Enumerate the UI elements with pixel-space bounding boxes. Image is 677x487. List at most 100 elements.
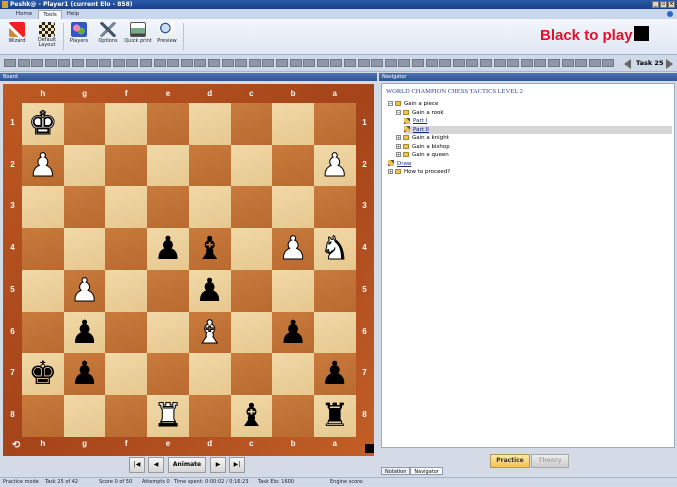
- tab-help[interactable]: Help: [63, 10, 83, 19]
- board-square-e7[interactable]: [147, 353, 190, 396]
- board-square-f5[interactable]: [105, 269, 148, 312]
- options-button[interactable]: Options: [95, 21, 121, 52]
- players-button[interactable]: Players: [66, 21, 92, 52]
- expand-icon[interactable]: +: [396, 143, 401, 149]
- task-progress-square[interactable]: [357, 59, 370, 67]
- minimize-button[interactable]: _: [652, 1, 659, 8]
- task-progress-square[interactable]: [31, 59, 44, 67]
- tree-node[interactable]: − Gain a piece: [388, 100, 438, 108]
- board-square-d2[interactable]: [188, 144, 231, 187]
- board-square-g4[interactable]: [63, 228, 106, 271]
- board-square-e5[interactable]: [147, 269, 190, 312]
- board-square-f1[interactable]: [105, 103, 148, 145]
- tree-node[interactable]: + Gain a bishop: [396, 143, 450, 151]
- board-square-c3[interactable]: [230, 186, 273, 229]
- chess-piece-g6[interactable]: ♟: [64, 312, 106, 354]
- task-progress-square[interactable]: [44, 59, 57, 67]
- chess-piece-b6[interactable]: ♟: [272, 312, 314, 354]
- task-progress-square[interactable]: [384, 59, 397, 67]
- board-square-h3[interactable]: [22, 186, 64, 229]
- task-progress-square[interactable]: [126, 59, 139, 67]
- collapse-icon[interactable]: −: [388, 101, 393, 106]
- board-square-b8[interactable]: [272, 394, 315, 437]
- board-square-g2[interactable]: [63, 144, 106, 187]
- chess-board[interactable]: ⟲ h h g g f f e e d d c c b b a a 1 1 2 2 3 3 4 4 5 5 6 6 7 7 8 8 ♚ ♟ ♟ ♟ ♝ ♟…: [3, 84, 374, 456]
- task-progress-square[interactable]: [588, 59, 601, 67]
- tab-home[interactable]: Home: [12, 10, 36, 19]
- tree-node[interactable]: Draw: [388, 160, 411, 168]
- tree-node[interactable]: + Gain a knight: [396, 134, 449, 142]
- board-square-c6[interactable]: [230, 311, 273, 354]
- task-progress-square[interactable]: [208, 59, 220, 67]
- board-square-h5[interactable]: [22, 269, 64, 312]
- previous-move-button[interactable]: ◀: [148, 457, 164, 473]
- task-progress-square[interactable]: [412, 59, 424, 67]
- task-progress-square[interactable]: [276, 59, 288, 67]
- previous-task-icon[interactable]: [624, 59, 631, 69]
- task-progress-square[interactable]: [561, 59, 574, 67]
- board-square-h8[interactable]: [22, 394, 64, 437]
- chess-piece-a8[interactable]: ♜: [314, 395, 356, 437]
- board-square-a6[interactable]: [313, 311, 356, 354]
- board-square-d7[interactable]: [188, 353, 231, 396]
- task-progress-square[interactable]: [398, 59, 411, 67]
- chess-piece-g7[interactable]: ♟: [64, 353, 106, 395]
- board-square-a5[interactable]: [313, 269, 356, 312]
- chess-piece-a4[interactable]: ♞: [314, 228, 356, 270]
- chess-piece-e4[interactable]: ♟: [147, 228, 189, 270]
- chess-piece-c8[interactable]: ♝: [231, 395, 273, 437]
- next-task-icon[interactable]: [666, 59, 673, 69]
- preview-button[interactable]: Preview: [154, 21, 180, 52]
- task-progress-square[interactable]: [439, 59, 452, 67]
- chess-piece-h1[interactable]: ♚: [22, 103, 64, 145]
- board-square-c7[interactable]: [230, 353, 273, 396]
- board-square-c4[interactable]: [230, 228, 273, 271]
- task-progress-square[interactable]: [262, 59, 275, 67]
- board-square-e1[interactable]: [147, 103, 190, 145]
- help-icon[interactable]: [667, 11, 673, 17]
- board-square-b2[interactable]: [272, 144, 315, 187]
- chess-piece-h2[interactable]: ♟: [22, 145, 64, 187]
- board-square-g3[interactable]: [63, 186, 106, 229]
- task-progress-square[interactable]: [371, 59, 384, 67]
- board-square-a1[interactable]: [313, 103, 356, 145]
- board-square-d3[interactable]: [188, 186, 231, 229]
- chess-piece-b4[interactable]: ♟: [272, 228, 314, 270]
- board-square-b5[interactable]: [272, 269, 315, 312]
- board-square-h4[interactable]: [22, 228, 64, 271]
- task-progress-square[interactable]: [303, 59, 316, 67]
- board-square-e3[interactable]: [147, 186, 190, 229]
- task-progress-square[interactable]: [221, 59, 234, 67]
- task-progress-square[interactable]: [316, 59, 329, 67]
- board-square-b7[interactable]: [272, 353, 315, 396]
- board-square-c2[interactable]: [230, 144, 273, 187]
- default-layout-button[interactable]: Default Layout: [33, 21, 61, 52]
- task-progress-square[interactable]: [344, 59, 356, 67]
- task-progress-square[interactable]: [180, 59, 193, 67]
- chess-piece-g5[interactable]: ♟: [64, 270, 106, 312]
- task-progress-square[interactable]: [167, 59, 180, 67]
- task-progress-square[interactable]: [194, 59, 207, 67]
- task-progress-square[interactable]: [140, 59, 152, 67]
- task-progress-square[interactable]: [548, 59, 560, 67]
- wizard-button[interactable]: Wizard: [4, 21, 30, 52]
- last-move-button[interactable]: ▶|: [229, 457, 245, 473]
- board-square-b3[interactable]: [272, 186, 315, 229]
- task-progress-square[interactable]: [602, 59, 615, 67]
- board-square-h6[interactable]: [22, 311, 64, 354]
- close-button[interactable]: ×: [668, 1, 675, 8]
- tab-notation[interactable]: Notation: [381, 467, 411, 475]
- chess-piece-h7[interactable]: ♚: [22, 353, 64, 395]
- chess-piece-d6[interactable]: ♝: [189, 312, 231, 354]
- task-progress-square[interactable]: [520, 59, 533, 67]
- expand-icon[interactable]: +: [388, 169, 393, 174]
- task-progress-square[interactable]: [507, 59, 520, 67]
- task-progress-square[interactable]: [248, 59, 261, 67]
- task-progress-square[interactable]: [153, 59, 166, 67]
- task-progress-square[interactable]: [534, 59, 547, 67]
- task-progress-square[interactable]: [112, 59, 125, 67]
- task-progress-square[interactable]: [235, 59, 248, 67]
- task-progress-square[interactable]: [452, 59, 465, 67]
- tree-node[interactable]: + Gain a queen: [396, 151, 449, 159]
- board-square-a3[interactable]: [313, 186, 356, 229]
